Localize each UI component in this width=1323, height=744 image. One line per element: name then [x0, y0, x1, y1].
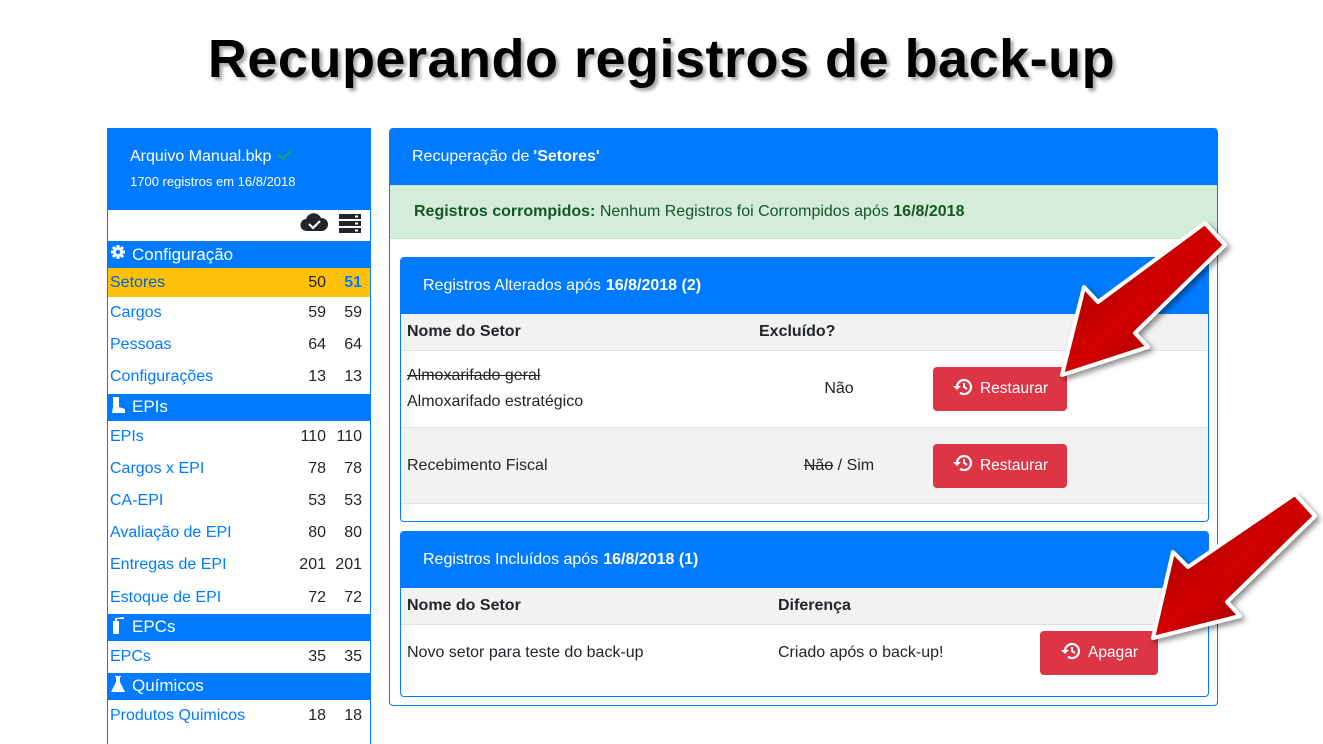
sidebar-item-cargos[interactable]: Cargos 59 59: [108, 297, 370, 329]
restore-button[interactable]: Restaurar: [933, 367, 1067, 411]
recovery-panel-header: Recuperação de 'Setores': [390, 129, 1217, 185]
sidebar-item-estoque-de-epi[interactable]: Estoque de EPI 72 72: [108, 582, 370, 614]
table-row: Almoxarifado geral Almoxarifado estratég…: [401, 351, 1208, 428]
history-icon: [952, 377, 974, 402]
sidebar-item-epis[interactable]: EPIs 110 110: [108, 421, 370, 453]
sidebar-item-produtos-quimicos[interactable]: Produtos Quimicos 18 18: [108, 700, 370, 732]
column-header-deleted: Excluído?: [759, 323, 836, 340]
boot-icon: [110, 396, 126, 419]
recovery-panel: Recuperação de 'Setores' Registros corro…: [389, 128, 1218, 706]
altered-records-header: Registros Alterados após 16/8/2018 (2): [401, 258, 1208, 314]
deleted-value: Não: [824, 380, 854, 397]
difference-value: Criado após o back-up!: [778, 644, 944, 661]
sidebar-item-avaliacao-de-epi[interactable]: Avaliação de EPI 80 80: [108, 517, 370, 549]
backup-file-summary: 1700 registros em 16/8/2018: [130, 174, 296, 189]
sidebar-item-epcs[interactable]: EPCs 35 35: [108, 641, 370, 673]
sector-name: Novo setor para teste do back-up: [407, 644, 644, 661]
extinguisher-icon: [110, 616, 126, 639]
backup-file-name: Arquivo Manual.bkp: [130, 147, 272, 165]
restore-button[interactable]: Restaurar: [933, 443, 1067, 488]
sidebar-item-configuracoes[interactable]: Configurações 13 13: [108, 361, 370, 393]
sector-name: Recebimento Fiscal: [407, 456, 548, 474]
altered-records-card: Registros Alterados após 16/8/2018 (2) N…: [400, 257, 1209, 522]
history-icon: [1060, 641, 1082, 666]
table-header: Nome do Setor Excluído?: [401, 314, 1208, 351]
recovery-entity: 'Setores': [533, 148, 600, 165]
sidebar: Arquivo Manual.bkp 1700 registros em 16/…: [107, 128, 371, 744]
table-header: Nome do Setor Diferença: [401, 588, 1208, 625]
table-row: Novo setor para teste do back-up Criado …: [401, 625, 1208, 681]
flask-icon: [110, 675, 126, 698]
new-sector-name: Almoxarifado estratégico: [407, 393, 584, 410]
included-records-card: Registros Incluídos após 16/8/2018 (1) N…: [400, 531, 1209, 697]
column-header-name: Nome do Setor: [407, 323, 521, 340]
cloud-check-icon: [300, 213, 329, 238]
sidebar-section-epis: EPIs: [108, 393, 370, 421]
delete-button[interactable]: Apagar: [1040, 631, 1158, 675]
column-header-difference: Diferença: [778, 597, 851, 614]
database-icon: [338, 213, 362, 238]
sidebar-header: Arquivo Manual.bkp 1700 registros em 16/…: [108, 129, 370, 210]
sidebar-column-icons: [108, 210, 370, 241]
gear-icon: [110, 244, 126, 265]
included-records-header: Registros Incluídos após 16/8/2018 (1): [401, 532, 1208, 588]
sidebar-item-cargos-x-epi[interactable]: Cargos x EPI 78 78: [108, 453, 370, 485]
sidebar-section-epcs: EPCs: [108, 613, 370, 641]
history-icon: [952, 453, 974, 478]
old-sector-name: Almoxarifado geral: [407, 367, 541, 384]
column-header-name: Nome do Setor: [407, 597, 521, 614]
sidebar-item-pessoas[interactable]: Pessoas 64 64: [108, 329, 370, 361]
sidebar-item-setores[interactable]: Setores 50 51: [108, 268, 370, 297]
sidebar-item-entregas-de-epi[interactable]: Entregas de EPI 201 201: [108, 549, 370, 581]
deleted-value: Não / Sim: [803, 456, 875, 474]
sidebar-item-ca-epi[interactable]: CA-EPI 53 53: [108, 485, 370, 517]
table-row: Recebimento Fiscal Não / Sim Restaurar: [401, 428, 1208, 504]
sidebar-section-configuracao: Configuração: [108, 241, 370, 268]
slide-title: Recuperando registros de back-up: [207, 29, 1116, 89]
corrupted-records-alert: Registros corrompidos: Nenhum Registros …: [390, 185, 1217, 239]
sidebar-section-quimicos: Químicos: [108, 672, 370, 700]
checkmark-icon: [277, 147, 294, 166]
